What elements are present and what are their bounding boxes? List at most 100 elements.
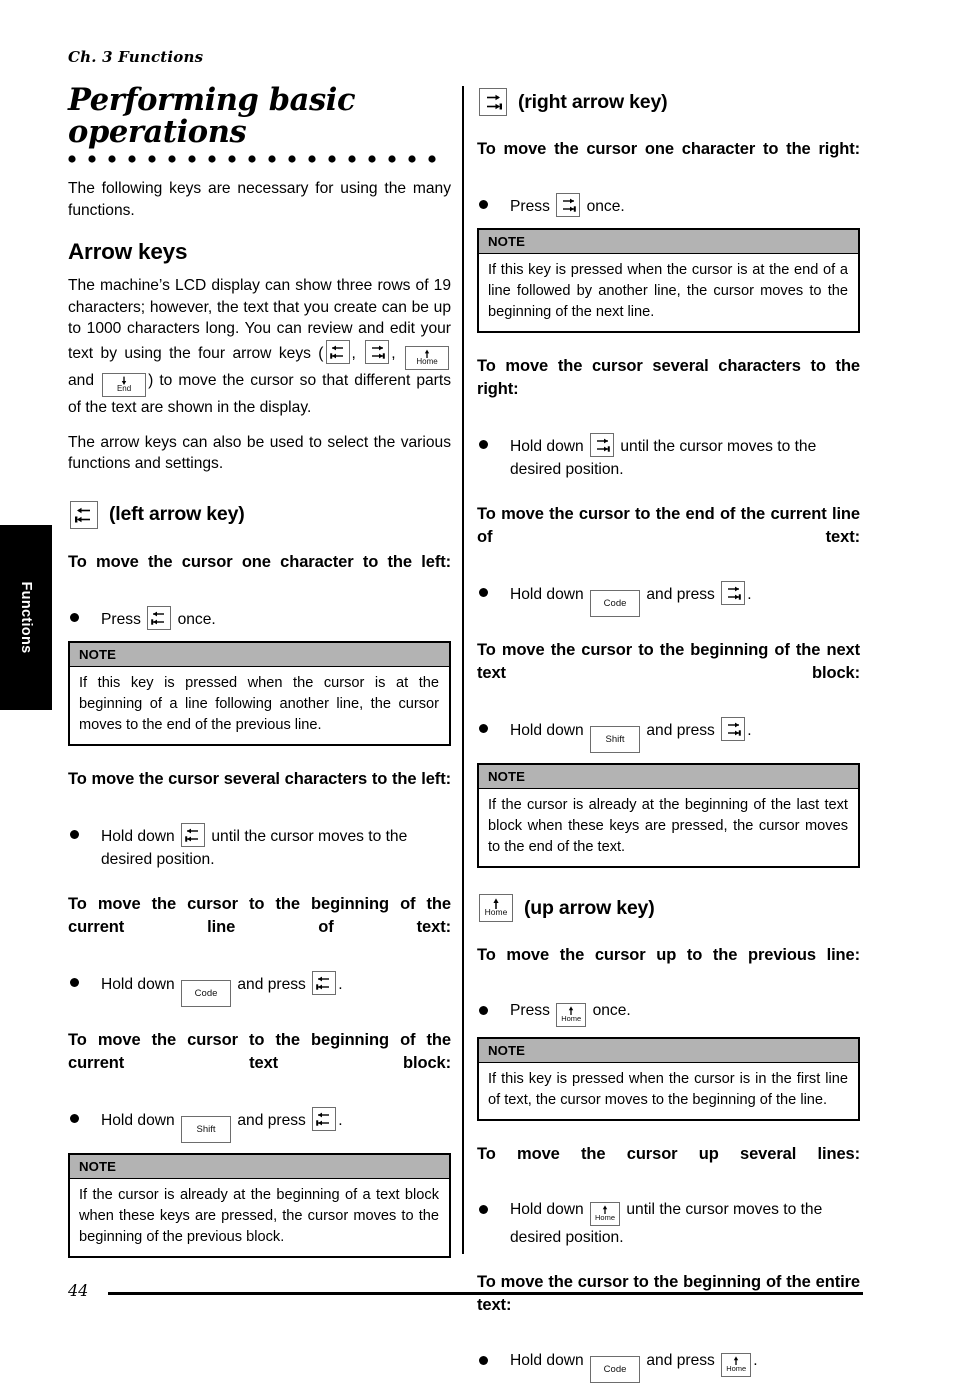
arrow-keys-select-paragraph: The arrow keys can also be used to selec… [68,433,451,473]
bullet-marker [477,193,510,218]
note-title: NOTE [70,642,449,667]
subheading-move-to-next-block: To move the cursor to the beginning of t… [477,641,860,682]
subheading-move-one-char-left: To move the cursor one character to the … [68,552,451,571]
bullet-marker [477,433,510,481]
list-item: Hold down Shift and press . [477,717,860,753]
bullet-text-post: once. [177,610,216,628]
note-title: NOTE [70,1154,449,1179]
code-key-icon: Code [181,979,232,1007]
code-key-icon: Code [590,1356,641,1383]
list-item-body: Hold down until the cursor moves to the … [510,433,860,481]
bullet-text-pre: Press [510,198,550,215]
subheading-move-to-line-beginning: To move the cursor to the beginning of t… [68,894,451,936]
left-arrow-key-icon [147,605,172,630]
left-column: Performing basic operations The followin… [68,84,451,1270]
down-arrow-end-key-label: End [116,384,132,393]
left-arrow-key-icon [312,1106,337,1131]
list-item: Press once. [68,605,451,631]
arrow-keys-description-paragraph: The machine’s LCD display can show three… [68,275,451,418]
subheading-move-several-chars-left: To move the cursor several characters to… [68,769,451,788]
shift-key-icon: Shift [590,726,641,753]
bullet-text-post: . [753,1352,758,1369]
right-arrow-key-icon [721,717,746,741]
list-item-body: Hold down Code and press Home. [510,1349,860,1383]
arrow-keys-description-part-2: , [351,345,364,362]
code-key-icon: Code [590,590,641,617]
note-title: NOTE [479,230,858,254]
bullet-text-pre: Hold down [101,1111,175,1129]
bullet-text-pre: Hold down [101,975,175,993]
list-item: Hold down until the cursor moves to the … [477,433,860,481]
left-arrow-key-icon [181,822,206,847]
left-arrow-key-icon [312,970,337,995]
bullet-text-pre: Hold down [510,438,584,455]
bullet-text-pre: Hold down [510,1201,584,1218]
list-item: Hold down Code and press . [477,581,860,617]
right-arrow-key-heading-label: (right arrow key) [518,90,668,113]
bullet-text-mid: and press [237,975,306,993]
note-body: If this key is pressed when the cursor i… [79,674,439,733]
list-item: Hold down until the cursor moves to the … [68,822,451,871]
up-arrow-home-key-icon: Home [590,1202,621,1226]
side-thumb-tab-label: Functions [18,581,34,654]
bullet-text-pre: Press [510,1002,550,1019]
up-arrow-key-heading: Home (up arrow key) [477,894,860,922]
footer-rule [108,1292,863,1295]
bullet-text-post: . [747,722,752,739]
left-arrow-key-icon [325,340,350,364]
right-arrow-key-icon [721,581,746,605]
list-item-body: Hold down Code and press . [101,970,451,1007]
up-arrow-key-heading-label: (up arrow key) [524,896,655,919]
bullet-text-pre: Hold down [510,722,584,739]
right-arrow-key-icon [556,193,581,217]
list-item-body: Hold down until the cursor moves to the … [101,822,451,871]
list-item-body: Hold down Shift and press . [101,1106,451,1143]
side-thumb-tab: Functions [0,525,52,710]
bullet-marker [477,1349,510,1383]
up-arrow-home-key-icon: Home [721,1353,752,1377]
down-arrow-end-key-icon: End [102,373,147,397]
right-arrow-key-icon [590,433,615,457]
list-item-body: Hold down Code and press . [510,581,860,617]
left-arrow-key-icon [70,500,98,529]
dotted-rule-decoration [68,155,436,163]
subheading-move-several-chars-right: To move the cursor several characters to… [477,357,860,398]
bullet-text-mid: and press [646,722,715,739]
up-arrow-home-key-icon: Home [556,1003,587,1027]
right-arrow-key-heading: (right arrow key) [477,88,860,116]
bullet-text-pre: Hold down [510,586,584,603]
page-number: 44 [68,1281,89,1300]
up-arrow-home-key-icon: Home [405,346,450,370]
bullet-text-mid: and press [646,586,715,603]
bullet-text-post: . [747,586,752,603]
up-arrow-home-key-label: Home [416,357,438,366]
bullet-marker [477,999,510,1027]
shift-key-icon: Shift [181,1115,232,1143]
note-body: If the cursor is already at the beginnin… [79,1186,439,1245]
up-arrow-home-key-label: Home [726,1364,747,1373]
bullet-marker [477,717,510,753]
subheading-move-up-previous-line: To move the cursor up to the previous li… [477,946,860,964]
bullet-text-mid: and press [237,1111,306,1129]
right-arrow-key-icon [365,340,390,364]
right-arrow-key-icon [479,88,507,116]
note-body: If this key is pressed when the cursor i… [488,1071,848,1108]
page-title: Performing basic operations [68,82,356,151]
up-arrow-home-key-label: Home [561,1014,582,1023]
list-item-body: Press once. [101,605,451,631]
note-title: NOTE [479,765,858,789]
intro-paragraph: The following keys are necessary for usi… [68,180,451,219]
bullet-text-post: . [338,975,343,993]
bullet-marker [68,823,101,871]
left-arrow-key-heading-label: (left arrow key) [109,503,245,526]
document-page: Functions Ch. 3 Functions Performing bas… [0,0,954,1383]
list-item: Hold down Home until the cursor moves to… [477,1198,860,1249]
up-arrow-home-key-label: Home [484,907,508,917]
bullet-text-pre: Hold down [510,1352,584,1369]
subheading-move-to-line-end: To move the cursor to the end of the cur… [477,505,860,546]
list-item: Press Home once. [477,999,860,1027]
bullet-text-pre: Press [101,610,141,628]
note-box: NOTE If this key is pressed when the cur… [477,1037,860,1121]
subheading-move-one-char-right: To move the cursor one character to the … [477,140,860,158]
running-head: Ch. 3 Functions [68,48,204,66]
